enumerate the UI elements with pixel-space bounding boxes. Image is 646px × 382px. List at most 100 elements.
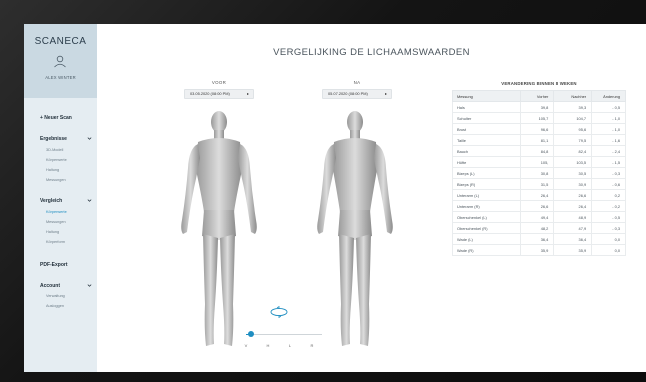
column-header[interactable]: Vorher xyxy=(519,90,555,102)
sidebar: SCANECA ALEX WINTER + Neuer Scan Ergebni… xyxy=(24,24,97,372)
table-title: VERANDERING BINNEN 8 WEKEN xyxy=(501,81,577,86)
table-cell: 96,6 xyxy=(519,123,555,135)
table-cell: Hüfte xyxy=(452,156,521,168)
table-cell: 39,3 xyxy=(553,101,593,113)
before-date-select[interactable]: 03.05.2020 (08:00 PM) xyxy=(184,89,254,99)
table-cell: Bizeps (L) xyxy=(452,167,521,179)
nav-sub-vergleich-messungen[interactable]: Messungen xyxy=(46,220,66,224)
body-scan-after[interactable] xyxy=(310,108,400,352)
view-slider-track[interactable] xyxy=(246,334,322,336)
sidebar-header: SCANECA ALEX WINTER xyxy=(24,24,97,98)
table-row: Wade (L) 36,4 36,4 0,0 xyxy=(452,233,626,245)
nav-sub-vergleich-haltung[interactable]: Haltung xyxy=(46,230,59,234)
nav-sub-vergleich-koerperwerte[interactable]: Körperwerte xyxy=(46,210,67,214)
view-button-back[interactable]: H xyxy=(263,343,273,348)
table-cell: 105, xyxy=(519,156,555,168)
rotate-360-icon[interactable] xyxy=(269,305,289,319)
table-body: Hals 39,8 39,3- 0,5 Schulter 105,7 104,7- 1,0… xyxy=(452,101,626,256)
table-cell: 30,8 xyxy=(519,167,555,179)
table-cell: - 2,4 xyxy=(591,145,626,157)
table-cell: 36,4 xyxy=(553,233,593,245)
column-header[interactable]: Messung xyxy=(452,90,521,102)
table-row: Schulter 105,7 104,7- 1,0 xyxy=(452,112,626,124)
table-cell: 39,8 xyxy=(519,101,555,113)
nav-ergebnisse[interactable]: Ergebnisse xyxy=(40,136,67,142)
table-cell: 30,9 xyxy=(553,178,593,190)
table-cell: Schulter xyxy=(452,112,521,124)
table-cell: Hals xyxy=(452,101,521,113)
chevron-down-icon[interactable] xyxy=(87,198,92,203)
table-cell: 26,4 xyxy=(519,189,555,201)
table-cell: Brust xyxy=(452,123,521,135)
table-cell: 0,0 xyxy=(591,233,626,245)
view-button-left[interactable]: L xyxy=(285,343,295,348)
table-cell: Unterarm (R) xyxy=(452,200,521,212)
nav-sub-3d-modell[interactable]: 3D-Modell xyxy=(46,148,63,152)
table-cell: 103,5 xyxy=(553,156,593,168)
table-row: Brust 96,6 95,6- 1,0 xyxy=(452,123,626,135)
nav-pdf-export[interactable]: PDF-Export xyxy=(40,262,68,268)
table-cell: - 0,6 xyxy=(591,178,626,190)
nav-sub-ausloggen[interactable]: Ausloggen xyxy=(46,304,64,308)
table-row: Bizeps (L) 30,8 30,5- 0,3 xyxy=(452,167,626,179)
table-cell: 79,5 xyxy=(553,134,593,146)
table-cell: 48,2 xyxy=(519,222,555,234)
view-button-front[interactable]: V xyxy=(241,343,251,348)
table-cell: 49,4 xyxy=(519,211,555,223)
table-cell: Unterarm (L) xyxy=(452,189,521,201)
nav-sub-vergleich-koerperform[interactable]: Körperform xyxy=(46,240,65,244)
table-row: Unterarm (L) 26,4 26,6 0,2 xyxy=(452,189,626,201)
chevron-down-icon[interactable] xyxy=(87,136,92,141)
table-row: Hüfte 105, 103,5- 1,5 xyxy=(452,156,626,168)
table-cell: - 0,5 xyxy=(591,211,626,223)
table-cell: 84,8 xyxy=(519,145,555,157)
app-screen: SCANECA ALEX WINTER + Neuer Scan Ergebni… xyxy=(24,24,646,372)
before-date-value: 03.05.2020 (08:00 PM) xyxy=(190,91,230,96)
caret-right-icon xyxy=(247,93,249,95)
user-icon[interactable] xyxy=(53,54,67,68)
table-cell: Oberschenkel (R) xyxy=(452,222,521,234)
table-cell: - 0,3 xyxy=(591,167,626,179)
nav-sub-haltung[interactable]: Haltung xyxy=(46,168,59,172)
table-cell: - 1,0 xyxy=(591,123,626,135)
table-cell: 95,6 xyxy=(553,123,593,135)
table-row: Hals 39,8 39,3- 0,5 xyxy=(452,101,626,113)
user-name: ALEX WINTER xyxy=(45,75,76,80)
table-cell: Taille xyxy=(452,134,521,146)
table-cell: Oberschenkel (L) xyxy=(452,211,521,223)
table-row: Taille 81,1 79,5- 1,6 xyxy=(452,134,626,146)
brand-logo: SCANECA xyxy=(34,36,87,47)
table-cell: 105,7 xyxy=(519,112,555,124)
chevron-down-icon[interactable] xyxy=(87,283,92,288)
table-cell: - 0,2 xyxy=(591,200,626,212)
table-cell: 48,9 xyxy=(553,211,593,223)
nav-account[interactable]: Account xyxy=(40,283,60,289)
table-cell: - 0,5 xyxy=(591,101,626,113)
view-button-right[interactable]: R xyxy=(307,343,317,348)
after-date-value: 05.07.2020 (08:00 PM) xyxy=(328,91,368,96)
table-cell: 0,2 xyxy=(591,189,626,201)
table-row: Oberschenkel (L) 49,4 48,9- 0,5 xyxy=(452,211,626,223)
column-header[interactable]: Änderung xyxy=(591,90,626,102)
table-cell: - 1,5 xyxy=(591,156,626,168)
nav-sub-verwaltung[interactable]: Verwaltung xyxy=(46,294,65,298)
table-cell: 0,0 xyxy=(591,244,626,256)
table-cell: - 1,0 xyxy=(591,112,626,124)
after-date-select[interactable]: 05.07.2020 (08:00 PM) xyxy=(322,89,392,99)
column-header[interactable]: Nachher xyxy=(553,90,593,102)
table-cell: 47,9 xyxy=(553,222,593,234)
table-cell: Wade (R) xyxy=(452,244,521,256)
table-cell: 81,1 xyxy=(519,134,555,146)
table-cell: Bizeps (R) xyxy=(452,178,521,190)
table-row: Oberschenkel (R) 48,2 47,9- 0,3 xyxy=(452,222,626,234)
new-scan-button[interactable]: + Neuer Scan xyxy=(40,115,72,121)
nav-sub-koerperwerte[interactable]: Körperwerte xyxy=(46,158,67,162)
table-cell: - 1,6 xyxy=(591,134,626,146)
nav-vergleich[interactable]: Vergleich xyxy=(40,198,62,204)
table-cell: Wade (L) xyxy=(452,233,521,245)
body-scan-before[interactable] xyxy=(174,108,264,352)
table-header-row: Messung Vorher Nachher Änderung xyxy=(452,90,626,102)
table-cell: 36,4 xyxy=(519,233,555,245)
nav-sub-messungen[interactable]: Messungen xyxy=(46,178,66,182)
table-row: Bauch 84,8 82,4- 2,4 xyxy=(452,145,626,157)
